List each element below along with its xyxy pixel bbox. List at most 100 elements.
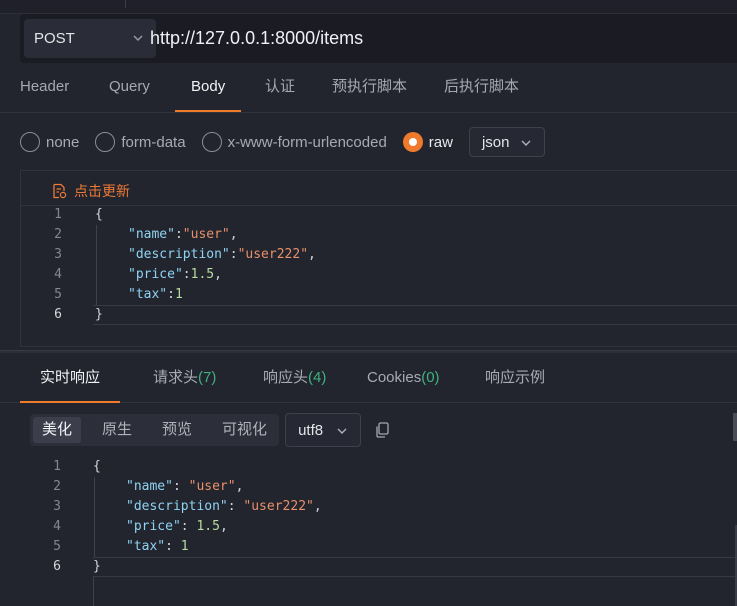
view-mode-raw[interactable]: 原生: [93, 417, 141, 443]
tab-response-headers[interactable]: 响应头(4): [263, 353, 326, 403]
line-number: 4: [53, 519, 61, 534]
radio-circle: [20, 132, 40, 152]
chevron-down-icon: [337, 428, 347, 434]
tab-cookies[interactable]: Cookies(0): [367, 353, 440, 403]
json-colon: :: [174, 227, 183, 242]
radio-circle: [95, 132, 116, 152]
json-key: "tax": [126, 539, 166, 554]
tab-label: 请求头: [153, 369, 199, 386]
json-colon: :: [165, 539, 181, 554]
chevron-down-icon: [133, 35, 143, 41]
update-label: 点击更新: [74, 183, 130, 199]
tab-body[interactable]: Body: [174, 63, 242, 113]
json-number: 1: [174, 287, 183, 302]
json-key: "name": [126, 479, 173, 494]
update-button[interactable]: 点击更新: [51, 181, 130, 201]
tab-response-examples[interactable]: 响应示例: [485, 353, 545, 403]
view-mode-visualize[interactable]: 可视化: [213, 417, 276, 443]
json-comma: ,: [308, 247, 316, 262]
top-strip: [0, 0, 737, 14]
tab-count: (0): [421, 369, 440, 386]
view-mode-preview[interactable]: 预览: [153, 417, 201, 443]
encoding-label: utf8: [298, 421, 324, 439]
radio-none[interactable]: none: [20, 132, 79, 152]
strip-divider: [125, 0, 126, 8]
line-number: 3: [53, 499, 61, 514]
json-brace: {: [95, 207, 103, 222]
json-colon: :: [172, 479, 189, 494]
json-key: "tax": [128, 287, 168, 302]
tab-request-headers[interactable]: 请求头(7): [153, 353, 216, 403]
indent-guide: [94, 477, 95, 557]
json-string: "user": [188, 479, 236, 494]
tab-label: 响应头: [263, 369, 309, 386]
json-comma: ,: [219, 519, 228, 534]
line-number: 2: [54, 227, 62, 242]
scrollbar-mark[interactable]: [733, 413, 737, 441]
body-type-group: none form-data x-www-form-urlencoded raw…: [20, 126, 545, 158]
json-number: 1: [180, 539, 189, 554]
radio-x-www-form-urlencoded[interactable]: x-www-form-urlencoded: [201, 132, 387, 152]
json-string: "user222": [237, 247, 309, 262]
view-mode-switch: 美化 原生 预览 可视化: [30, 414, 280, 446]
json-colon: :: [229, 247, 238, 262]
radio-raw[interactable]: raw: [402, 132, 453, 152]
url-input[interactable]: http://127.0.0.1:8000/items: [150, 14, 363, 63]
tab-label: Cookies: [367, 369, 422, 386]
json-comma: ,: [229, 227, 238, 242]
editor-divider: [21, 205, 737, 206]
request-tabs: Header Query Body 认证 预执行脚本 后执行脚本: [0, 63, 737, 113]
line-number: 1: [54, 207, 62, 222]
radio-circle-selected: [402, 132, 423, 152]
tab-query[interactable]: Query: [109, 63, 150, 113]
json-brace: }: [93, 559, 101, 574]
indent-guide: [96, 225, 97, 305]
json-key: "name": [128, 227, 175, 242]
tab-header[interactable]: Header: [20, 63, 69, 113]
json-comma: ,: [214, 267, 222, 282]
json-colon: :: [167, 287, 175, 302]
radio-label: raw: [428, 133, 453, 151]
json-brace: {: [93, 459, 101, 474]
refresh-doc-icon: [53, 183, 67, 199]
tab-live-response[interactable]: 实时响应: [19, 353, 121, 403]
current-line-highlight: [93, 557, 737, 577]
json-string: "user222": [243, 499, 314, 514]
tab-post-script[interactable]: 后执行脚本: [444, 63, 519, 113]
line-number: 6: [53, 559, 61, 574]
json-colon: :: [182, 267, 191, 282]
line-number: 4: [54, 267, 62, 282]
tab-label: 响应示例: [485, 369, 546, 386]
radio-label: form-data: [121, 133, 186, 151]
line-number: 5: [53, 539, 61, 554]
line-number: 1: [53, 459, 61, 474]
line-number: 2: [53, 479, 61, 494]
json-key: "price": [126, 519, 181, 534]
json-brace: }: [95, 307, 103, 322]
response-toolbar: 美化 原生 预览 可视化 utf8: [30, 413, 391, 447]
json-number: 1.5: [196, 519, 220, 534]
encoding-select[interactable]: utf8: [285, 413, 362, 447]
json-number: 1.5: [190, 267, 215, 282]
radio-circle: [201, 132, 222, 152]
radio-label: none: [46, 133, 80, 151]
tab-pre-script[interactable]: 预执行脚本: [332, 63, 407, 113]
copy-icon[interactable]: [373, 421, 391, 439]
method-select[interactable]: POST: [24, 19, 156, 58]
json-comma: ,: [313, 499, 322, 514]
line-number: 5: [54, 287, 62, 302]
json-key: "description": [128, 247, 230, 262]
radio-label: x-www-form-urlencoded: [227, 133, 387, 151]
view-mode-pretty[interactable]: 美化: [33, 417, 82, 443]
current-line-highlight: [93, 305, 737, 325]
tab-auth[interactable]: 认证: [265, 63, 295, 113]
format-select[interactable]: json: [468, 127, 545, 157]
json-string: "user": [182, 227, 230, 242]
json-comma: ,: [235, 479, 244, 494]
tab-count: (4): [308, 369, 327, 386]
radio-form-data[interactable]: form-data: [95, 132, 186, 152]
url-bar: POST http://127.0.0.1:8000/items: [20, 14, 737, 63]
format-label: json: [481, 133, 510, 151]
gutter-edge: [93, 577, 94, 606]
line-number: 3: [54, 247, 62, 262]
